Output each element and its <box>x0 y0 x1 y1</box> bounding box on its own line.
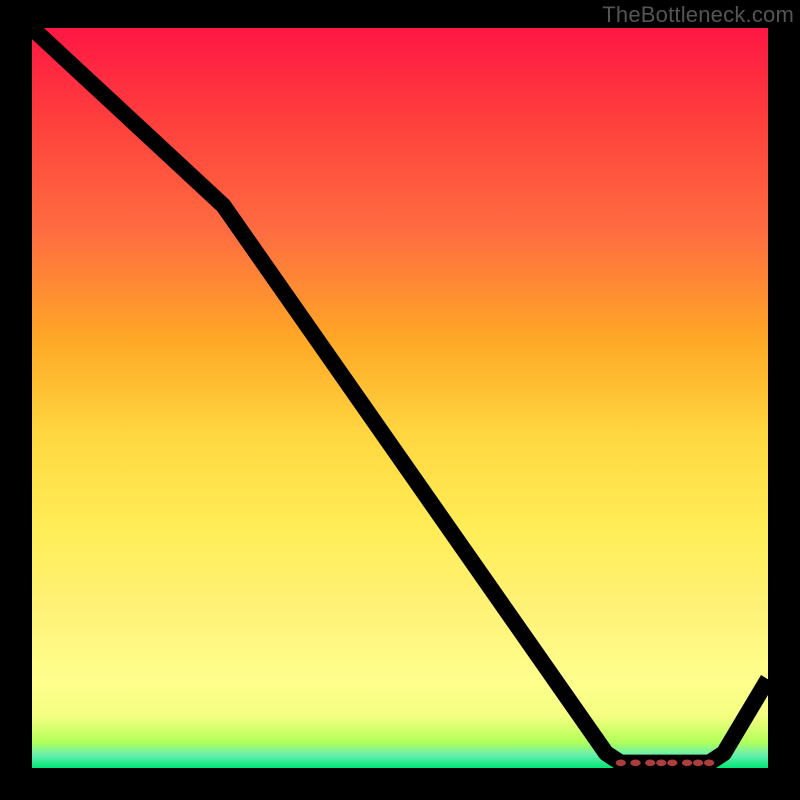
marker-dot <box>682 759 692 766</box>
marker-dot <box>630 759 640 766</box>
watermark-text: TheBottleneck.com <box>602 2 794 28</box>
marker-dot <box>704 759 714 766</box>
plot-area <box>32 28 768 768</box>
marker-dot <box>616 759 626 766</box>
plot-svg <box>32 28 768 768</box>
marker-dot <box>667 759 677 766</box>
marker-dot <box>693 759 703 766</box>
chart-frame: TheBottleneck.com <box>0 0 800 800</box>
marker-dot <box>656 759 666 766</box>
bottleneck-curve <box>32 28 768 763</box>
marker-dot <box>645 759 655 766</box>
